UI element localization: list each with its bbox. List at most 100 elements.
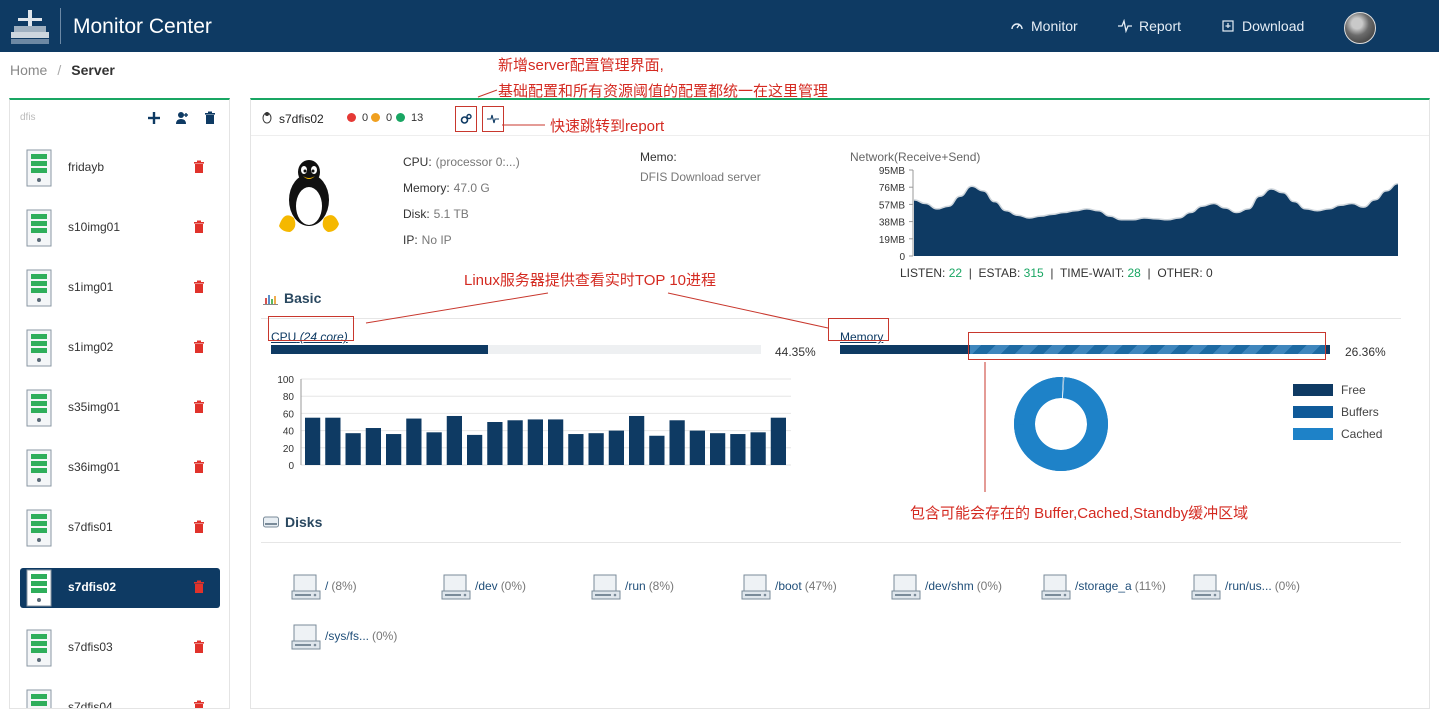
hard-drive-icon xyxy=(591,574,621,600)
delete-server-icon[interactable] xyxy=(192,579,206,595)
server-list-item[interactable]: s7dfis02 xyxy=(20,568,220,608)
network-chart-title: Network(Receive+Send) xyxy=(850,150,981,164)
disks-title-text: Disks xyxy=(285,514,323,530)
disk-mount-path: /boot xyxy=(775,579,802,593)
disk-item[interactable]: /dev (0%) xyxy=(441,569,526,603)
server-name: s7dfis02 xyxy=(279,112,324,126)
server-icon xyxy=(26,209,52,247)
network-y-tick: 19MB xyxy=(879,235,905,246)
server-list-item[interactable]: s36img01 xyxy=(20,448,220,488)
disk-item[interactable]: /sys/fs... (0%) xyxy=(291,619,397,653)
delete-server-icon[interactable] xyxy=(192,219,206,235)
server-icon xyxy=(26,449,52,487)
delete-server-icon[interactable] xyxy=(192,639,206,655)
server-list-item[interactable]: s35img01 xyxy=(20,388,220,428)
server-header: s7dfis02 0 0 13 xyxy=(251,100,1429,136)
server-config-button[interactable] xyxy=(455,106,477,132)
server-icon xyxy=(26,689,52,708)
logo-divider xyxy=(60,8,61,44)
cpu-core-bar xyxy=(487,422,503,465)
trash-icon[interactable] xyxy=(202,110,218,126)
legend-cached-label: Cached xyxy=(1341,427,1383,441)
delete-server-icon[interactable] xyxy=(192,699,206,709)
legend-buffers: Buffers xyxy=(1293,405,1379,419)
server-list-item[interactable]: s7dfis03 xyxy=(20,628,220,668)
warning-count: 0 xyxy=(386,112,393,124)
jump-to-report-button[interactable] xyxy=(482,106,504,132)
disk-usage-percent: (0%) xyxy=(372,629,398,643)
server-list-item[interactable]: s7dfis01 xyxy=(20,508,220,548)
cpu-core-bar xyxy=(669,420,685,465)
disks-section-title: Disks xyxy=(263,514,322,530)
disk-usage-percent: (0%) xyxy=(500,579,527,593)
server-list-item[interactable]: s10img01 xyxy=(20,208,220,248)
cpu-y-tick: 60 xyxy=(283,409,295,420)
add-user-icon[interactable] xyxy=(174,110,190,126)
delete-server-icon[interactable] xyxy=(192,459,206,475)
delete-server-icon[interactable] xyxy=(192,339,206,355)
hard-drive-icon xyxy=(1191,574,1221,600)
disk-usage-percent: (11%) xyxy=(1134,579,1166,593)
memory-info: Memory: 47.0 G xyxy=(403,181,490,195)
ok-count: 13 xyxy=(411,112,424,124)
linux-icon xyxy=(262,112,272,124)
add-server-icon[interactable] xyxy=(146,110,162,126)
delete-server-icon[interactable] xyxy=(192,159,206,175)
other-count: 0 xyxy=(1206,266,1213,280)
cpu-core-bar xyxy=(406,418,422,465)
listen-count: 22 xyxy=(948,266,963,280)
cpu-core-bar xyxy=(588,433,604,465)
app-logo-icon[interactable] xyxy=(10,8,50,46)
server-list-item[interactable]: fridayb xyxy=(20,148,220,188)
disk-mount-path: /run/us... xyxy=(1225,579,1272,593)
legend-cached: Cached xyxy=(1293,427,1382,441)
cpu-core-bar xyxy=(710,433,726,465)
delete-server-icon[interactable] xyxy=(192,279,206,295)
breadcrumb-separator: / xyxy=(57,62,62,78)
delete-server-icon[interactable] xyxy=(192,399,206,415)
user-avatar[interactable] xyxy=(1344,12,1376,44)
basic-title-text: Basic xyxy=(284,290,322,306)
disk-item[interactable]: /run/us... (0%) xyxy=(1191,569,1300,603)
annotation-line-config xyxy=(477,89,498,98)
server-search-input[interactable]: dfis xyxy=(20,112,36,123)
server-list-item[interactable]: s7dfis04 xyxy=(20,688,220,709)
disk-item[interactable]: /boot (47%) xyxy=(741,569,837,603)
disk-item[interactable]: /storage_a (11%) xyxy=(1041,569,1166,603)
hard-drive-icon xyxy=(291,624,321,650)
disk-info-value: 5.1 TB xyxy=(433,207,469,221)
delete-server-icon[interactable] xyxy=(192,519,206,535)
critical-status-dot xyxy=(347,113,356,122)
legend-buffers-swatch xyxy=(1293,406,1333,418)
disk-item[interactable]: /run (8%) xyxy=(591,569,674,603)
nav-report[interactable]: Report xyxy=(1118,18,1181,34)
memory-donut-chart xyxy=(1014,376,1108,471)
ip-info-value: No IP xyxy=(421,233,452,247)
server-list-item[interactable]: s1img02 xyxy=(20,328,220,368)
breadcrumb-current: Server xyxy=(71,62,115,78)
nav-download[interactable]: Download xyxy=(1221,18,1304,34)
cpu-y-tick: 0 xyxy=(288,461,294,472)
legend-free-swatch xyxy=(1293,384,1333,396)
breadcrumb-home[interactable]: Home xyxy=(10,62,47,78)
server-list-item-name: s7dfis03 xyxy=(68,640,113,654)
server-list-item-name: s36img01 xyxy=(68,460,121,474)
estab-label: ESTAB: xyxy=(978,266,1021,280)
cpu-core-bar xyxy=(345,433,361,465)
disk-item[interactable]: /dev/shm (0%) xyxy=(891,569,1002,603)
gears-icon xyxy=(460,113,472,124)
nav-monitor[interactable]: Monitor xyxy=(1010,18,1078,34)
hard-drive-icon xyxy=(441,574,471,600)
disk-mount-path: /storage_a xyxy=(1075,579,1132,593)
server-list-item-name: s7dfis04 xyxy=(68,700,113,709)
memo-value: DFIS Download server xyxy=(640,170,761,184)
server-icon xyxy=(26,149,52,187)
server-list-item[interactable]: s1img01 xyxy=(20,268,220,308)
tcp-connection-stats: LISTEN: 22 | ESTAB: 315 | TIME-WAIT: 28 … xyxy=(900,266,1213,280)
disk-usage-percent: (8%) xyxy=(331,579,357,593)
cpu-core-bar xyxy=(467,434,483,465)
server-list-item-name: s10img01 xyxy=(68,220,121,234)
annotation-box-cache xyxy=(968,332,1326,360)
listen-label: LISTEN: xyxy=(900,266,946,280)
disk-item[interactable]: / (8%) xyxy=(291,569,357,603)
